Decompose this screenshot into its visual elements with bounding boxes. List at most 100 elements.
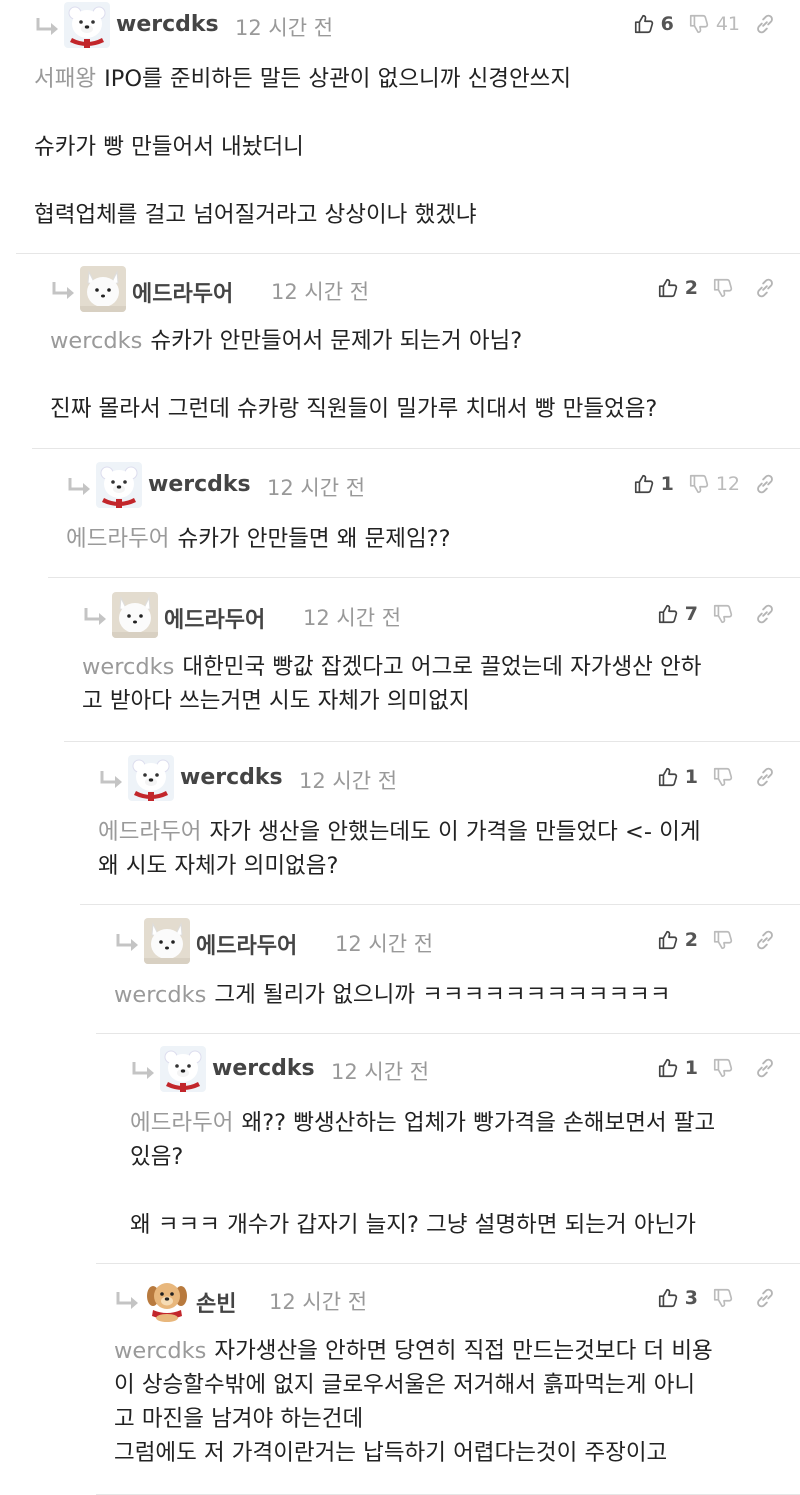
link-icon [754,603,776,625]
username[interactable]: wercdks [180,765,283,790]
reply-arrow-icon [82,606,110,628]
downvote-button[interactable] [712,603,740,625]
comment-header: wercdks 12 시간 전 1 [130,1046,800,1092]
comment-text: 왜 시도 자체가 의미없음? [98,853,339,879]
upvote-button[interactable]: 2 [657,277,698,299]
downvote-count: 41 [715,13,740,35]
comment-actions: 6 41 [619,10,776,38]
comment-item: 손빈 12 시간 전 3 wercdks 자가생산을 안하면 당연히 직접 만드는것보다… [96,1276,800,1495]
username[interactable]: 에드라두어 [164,602,265,634]
mention-link[interactable]: 서패왕 [34,66,96,92]
permalink-button[interactable] [754,929,776,951]
comment-line [130,1174,774,1208]
username[interactable]: 손빈 [196,1286,236,1318]
downvote-button[interactable] [712,277,740,299]
comment-line: 이 상승할수밖에 없지 글로우서울은 저거해서 흙파먹는게 아니 [114,1368,774,1402]
comment-actions: 2 [643,926,776,954]
thumbs-up-icon [657,1057,679,1079]
comment-line: 에드라두어 슈카가 안만들면 왜 문제임?? [66,522,774,556]
downvote-button[interactable]: 12 [688,473,740,495]
comment-text: 고 마진을 남겨야 하는건데 [114,1406,364,1432]
mention-link[interactable]: 에드라두어 [130,1110,234,1136]
upvote-button[interactable]: 6 [633,13,674,35]
mention-link[interactable]: 에드라두어 [98,819,202,845]
comment-body: wercdks 그게 될리가 없으니까 ㅋㅋㅋㅋㅋㅋㅋㅋㅋㅋㅋㅋ [114,978,774,1012]
link-icon [754,1057,776,1079]
upvote-count: 2 [684,277,698,299]
username[interactable]: 에드라두어 [132,276,233,308]
comment-line: wercdks 슈카가 안만들어서 문제가 되는거 아님? [50,324,774,358]
mention-link[interactable]: wercdks [114,982,206,1008]
avatar[interactable] [128,755,174,801]
permalink-button[interactable] [754,603,776,625]
thumbs-down-icon [712,766,734,788]
upvote-button[interactable]: 1 [633,473,674,495]
comment-line: 왜 ㅋㅋㅋ 개수가 갑자기 늘지? 그냥 설명하면 되는거 아닌가 [130,1208,774,1242]
username[interactable]: wercdks [116,12,219,37]
comment-body: wercdks 대한민국 빵값 잡겠다고 어그로 끌었는데 자가생산 안하 고 받아… [82,650,774,718]
comment-actions: 1 [643,1054,776,1082]
comment-line [34,96,774,130]
avatar[interactable] [160,1046,206,1092]
downvote-button[interactable] [712,1057,740,1079]
comment-line: 고 마진을 남겨야 하는건데 [114,1402,774,1436]
downvote-button[interactable] [712,929,740,951]
comment-line: 그럼에도 저 가격이란거는 납득하기 어렵다는것이 주장이고 [114,1436,774,1470]
downvote-button[interactable] [712,766,740,788]
upvote-button[interactable]: 1 [657,1057,698,1079]
upvote-count: 7 [684,603,698,625]
comment-line [50,358,774,392]
comment-line: 고 받아다 쓰는거면 시도 자체가 의미없지 [82,684,774,718]
avatar[interactable] [144,1276,190,1322]
permalink-button[interactable] [754,1057,776,1079]
reply-arrow-icon [114,1290,142,1312]
permalink-button[interactable] [754,1287,776,1309]
mention-link[interactable]: wercdks [114,1338,206,1364]
avatar[interactable] [112,592,158,638]
comment-line: 에드라두어 자가 생산을 안했는데도 이 가격을 만들었다 <- 이게 [98,815,774,849]
thumbs-up-icon [657,766,679,788]
thumbs-down-icon [688,13,710,35]
username[interactable]: 에드라두어 [196,928,297,960]
downvote-button[interactable] [712,1287,740,1309]
reply-arrow-icon [114,932,142,954]
reply-arrow-icon [98,769,126,791]
upvote-count: 1 [684,766,698,788]
username[interactable]: wercdks [212,1056,315,1081]
comment-line: 서패왕 IPO를 준비하든 말든 상관이 없으니까 신경안쓰지 [34,62,774,96]
avatar[interactable] [96,462,142,508]
avatar[interactable] [64,2,110,48]
mention-link[interactable]: wercdks [82,654,174,680]
permalink-button[interactable] [754,766,776,788]
link-icon [754,473,776,495]
downvote-button[interactable]: 41 [688,13,740,35]
comment-actions: 3 [643,1284,776,1312]
comment-text: 협력업체를 걸고 넘어질거라고 상상이나 했겠냐 [34,202,477,228]
thumbs-down-icon [712,1287,734,1309]
comment-body: wercdks 슈카가 안만들어서 문제가 되는거 아님? 진짜 몰라서 그런데 … [50,324,774,426]
upvote-button[interactable]: 7 [657,603,698,625]
avatar[interactable] [144,918,190,964]
upvote-count: 1 [660,473,674,495]
upvote-count: 1 [684,1057,698,1079]
upvote-count: 3 [684,1287,698,1309]
upvote-count: 2 [684,929,698,951]
mention-link[interactable]: wercdks [50,328,142,354]
comment-item: wercdks 12 시간 전 1 12 에드라두어 슈카가 안만들면 왜 문제임?? [48,462,800,578]
permalink-button[interactable] [754,473,776,495]
permalink-button[interactable] [754,13,776,35]
avatar[interactable] [80,266,126,312]
comment-text: 그럼에도 저 가격이란거는 납득하기 어렵다는것이 주장이고 [114,1440,668,1466]
upvote-button[interactable]: 1 [657,766,698,788]
thumbs-up-icon [657,1287,679,1309]
upvote-button[interactable]: 2 [657,929,698,951]
comment-item: 에드라두어 12 시간 전 2 wercdks 슈카가 안만들어서 문제가 되는거 아님… [32,266,800,449]
upvote-button[interactable]: 3 [657,1287,698,1309]
link-icon [754,13,776,35]
mention-link[interactable]: 에드라두어 [66,526,170,552]
thumbs-up-icon [657,929,679,951]
comment-body: 에드라두어 왜?? 빵생산하는 업체가 빵가격을 손해보면서 팔고 있음? 왜 ㅋㅋ… [130,1106,774,1242]
permalink-button[interactable] [754,277,776,299]
username[interactable]: wercdks [148,472,251,497]
comment-actions: 2 [643,274,776,302]
